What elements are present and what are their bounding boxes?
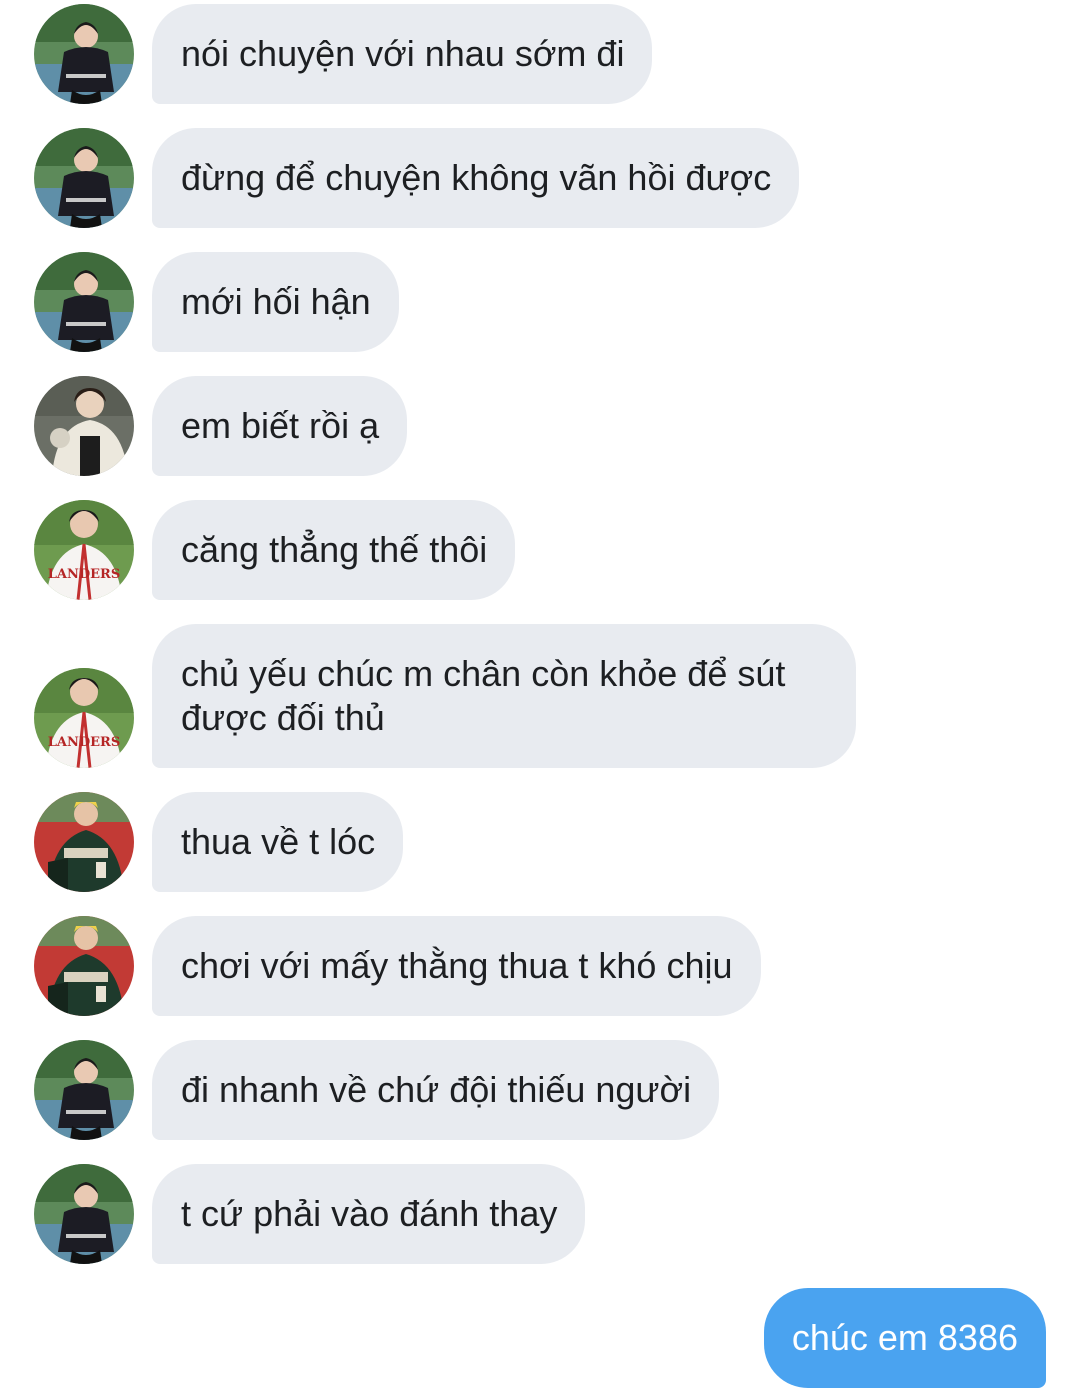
sender-avatar[interactable] [34,1164,134,1264]
sender-avatar[interactable] [34,252,134,352]
incoming-message-bubble[interactable]: em biết rồi ạ [152,376,408,476]
incoming-message-bubble[interactable]: đi nhanh về chứ đội thiếu người [152,1040,720,1140]
sender-avatar[interactable] [34,500,134,600]
sender-avatar[interactable] [34,376,134,476]
incoming-message-bubble[interactable]: đừng để chuyện không vãn hồi được [152,128,800,228]
sender-avatar[interactable] [34,1040,134,1140]
incoming-message-bubble[interactable]: t cứ phải vào đánh thay [152,1164,586,1264]
incoming-message-bubble[interactable]: thua về t lóc [152,792,404,892]
incoming-message-bubble[interactable]: nói chuyện với nhau sớm đi [152,4,653,104]
incoming-message-bubble[interactable]: chủ yếu chúc m chân còn khỏe để sút được… [152,624,856,768]
sender-avatar[interactable] [34,4,134,104]
outgoing-message-bubble[interactable]: chúc em 8386 [763,1288,1046,1388]
incoming-message-bubble[interactable]: mới hối hận [152,252,399,352]
sender-avatar[interactable] [34,916,134,1016]
incoming-message-bubble[interactable]: chơi với mấy thằng thua t khó chịu [152,916,761,1016]
sender-avatar[interactable] [34,792,134,892]
sender-avatar[interactable] [34,128,134,228]
sender-avatar[interactable] [34,668,134,768]
incoming-message-bubble[interactable]: căng thẳng thế thôi [152,500,516,600]
chat-thread: nói chuyện với nhau sớm đi đừng để chuyệ… [0,0,1080,1394]
